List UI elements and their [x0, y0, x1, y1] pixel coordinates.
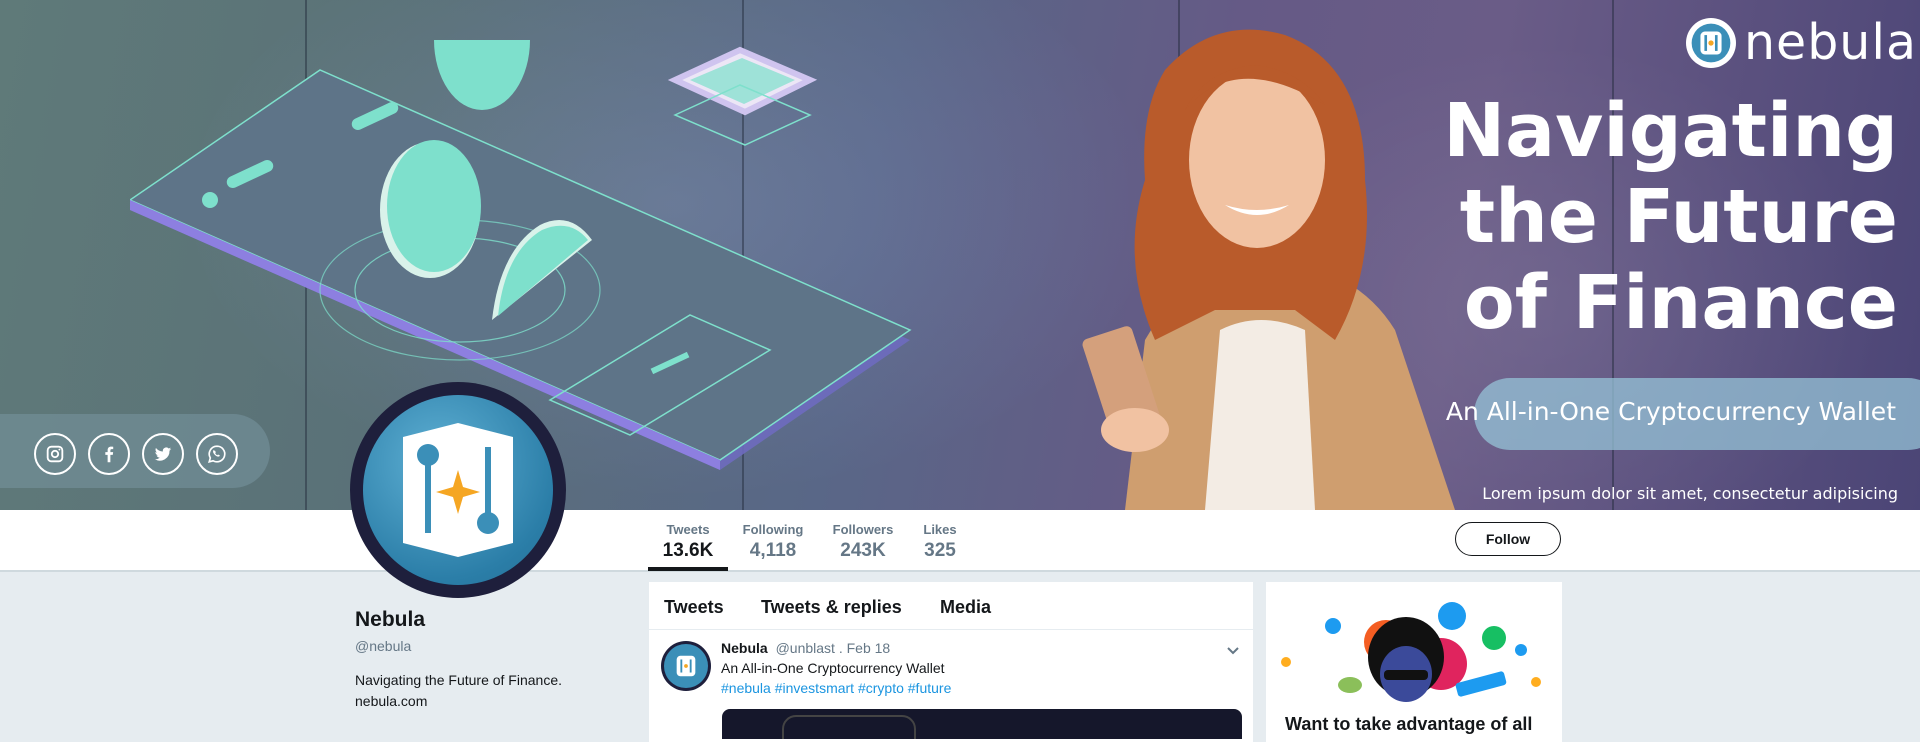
instagram-icon[interactable]	[34, 433, 76, 475]
stat-value: 325	[924, 540, 956, 561]
tweet-avatar[interactable]	[661, 641, 711, 691]
tab-tweets[interactable]: Tweets	[664, 597, 724, 618]
stat-following[interactable]: Following 4,118	[732, 522, 814, 562]
stat-label: Likes	[923, 522, 957, 537]
headline-line: of Finance	[1463, 260, 1898, 346]
facebook-icon[interactable]	[88, 433, 130, 475]
profile-handle: @nebula	[355, 638, 412, 654]
headline-line: Navigating	[1443, 88, 1898, 174]
tab-tweets-replies[interactable]: Tweets & replies	[761, 597, 902, 618]
divider	[649, 629, 1253, 630]
tweet-header: Nebula @unblast . Feb 18	[721, 640, 890, 656]
profile-url-link[interactable]: nebula.com	[355, 693, 427, 709]
nebula-logo-icon	[403, 423, 513, 557]
tweet-text: An All-in-One Cryptocurrency Wallet	[721, 660, 945, 676]
stat-likes[interactable]: Likes 325	[899, 522, 981, 562]
nebula-logo-icon	[664, 644, 708, 688]
promo-card-text: Want to take advantage of all	[1285, 714, 1533, 734]
profile-avatar[interactable]	[350, 382, 566, 598]
follow-button[interactable]: Follow	[1455, 522, 1561, 556]
promo-illustration	[1281, 602, 1541, 702]
tweet-meta: @unblast . Feb 18	[775, 640, 891, 656]
profile-bio: Navigating the Future of Finance.	[355, 672, 563, 688]
chevron-down-icon[interactable]	[1224, 641, 1242, 659]
stat-label: Following	[742, 522, 804, 537]
stat-followers[interactable]: Followers 243K	[822, 522, 904, 562]
brand-logo: nebula	[1686, 14, 1917, 71]
phone-frame	[782, 715, 916, 739]
banner-subtext: Lorem ipsum dolor sit amet, consectetur …	[1482, 484, 1898, 503]
headline-line: the Future	[1459, 174, 1898, 260]
avatar-image	[363, 395, 553, 585]
tweet-author-name[interactable]: Nebula	[721, 640, 768, 656]
header-banner: nebula Navigating the Future of Finance …	[0, 0, 1920, 510]
twitter-icon[interactable]	[142, 433, 184, 475]
stat-value: 243K	[840, 540, 886, 561]
stat-value: 4,118	[749, 540, 797, 561]
tab-media[interactable]: Media	[940, 597, 991, 618]
banner-headline: Navigating the Future of Finance	[1298, 88, 1898, 346]
stat-label: Tweets	[666, 522, 710, 537]
active-stat-underline	[648, 567, 728, 571]
banner-tagline: An All-in-One Cryptocurrency Wallet	[1445, 397, 1896, 426]
tweet-hashtags[interactable]: #nebula #investsmart #crypto #future	[721, 680, 951, 696]
profile-name: Nebula	[355, 608, 426, 631]
stat-value: 13.6K	[662, 540, 714, 561]
brand-name: nebula	[1744, 14, 1918, 71]
stat-tweets[interactable]: Tweets 13.6K	[647, 522, 729, 562]
whatsapp-icon[interactable]	[196, 433, 238, 475]
stat-label: Followers	[832, 522, 894, 537]
nebula-logo-icon	[1686, 17, 1736, 68]
